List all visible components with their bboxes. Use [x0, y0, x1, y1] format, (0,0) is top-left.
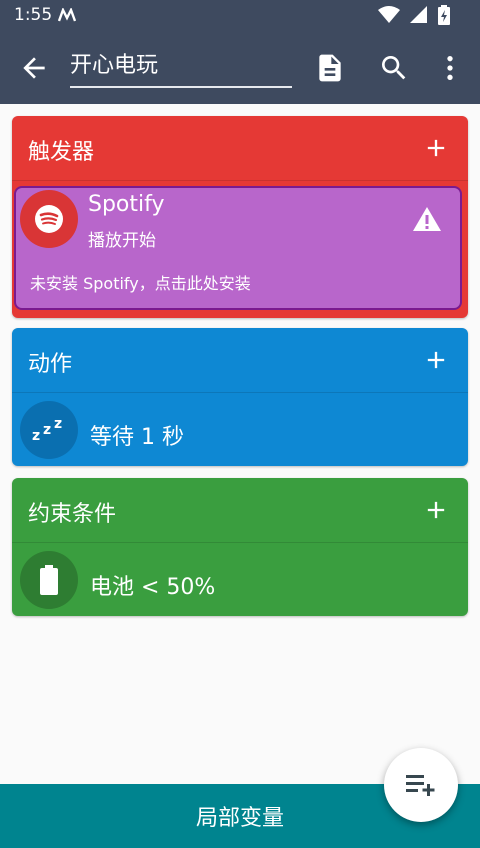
trigger-item-title: Spotify — [88, 192, 165, 217]
actions-header: 动作 — [12, 328, 468, 392]
spotify-icon — [20, 190, 78, 248]
add-action-icon[interactable] — [422, 346, 450, 374]
constraints-header: 约束条件 — [12, 478, 468, 542]
add-macro-fab[interactable] — [384, 748, 458, 822]
local-variables-label[interactable]: 局部变量 — [196, 800, 284, 832]
trigger-item-subtitle: 播放开始 — [88, 231, 156, 251]
battery-icon — [20, 551, 78, 609]
triggers-divider — [12, 180, 468, 181]
triggers-card: 触发器 Spotify 播放开始 未安装 Spotify，点击此处安装 — [12, 116, 468, 318]
app-notification-icon — [58, 8, 76, 22]
svg-text:z: z — [54, 417, 62, 432]
trigger-warning-text[interactable]: 未安装 Spotify，点击此处安装 — [30, 270, 251, 294]
action-item-wait[interactable]: z z z 等待 1 秒 — [12, 393, 468, 466]
add-constraint-icon[interactable] — [422, 496, 450, 524]
triggers-title: 触发器 — [28, 140, 95, 165]
status-time: 1:55 — [14, 5, 53, 25]
document-icon[interactable] — [314, 52, 346, 84]
back-arrow-icon[interactable] — [18, 52, 50, 84]
svg-text:z: z — [43, 422, 51, 438]
warning-icon — [413, 207, 441, 231]
status-bar: 1:55 — [0, 0, 480, 32]
add-trigger-icon[interactable] — [422, 134, 450, 162]
battery-status-icon — [438, 5, 450, 25]
svg-text:z: z — [32, 428, 40, 443]
trigger-item-spotify[interactable]: Spotify 播放开始 未安装 Spotify，点击此处安装 — [14, 186, 462, 310]
macro-name-field[interactable]: 开心电玩 — [70, 50, 292, 88]
app-bar: 开心电玩 — [0, 32, 480, 104]
constraint-item-battery[interactable]: 电池 < 50% — [12, 543, 468, 616]
signal-icon — [410, 6, 427, 23]
more-vert-icon[interactable] — [434, 52, 466, 84]
action-item-title: 等待 1 秒 — [90, 425, 184, 450]
search-icon[interactable] — [378, 52, 410, 84]
actions-card: 动作 z z z 等待 1 秒 — [12, 328, 468, 466]
constraint-item-title: 电池 < 50% — [90, 575, 216, 600]
triggers-header: 触发器 — [12, 116, 468, 180]
playlist-add-icon — [406, 775, 435, 796]
macro-name-text[interactable]: 开心电玩 — [70, 53, 158, 78]
constraints-title: 约束条件 — [28, 502, 117, 527]
sleep-icon: z z z — [20, 401, 78, 459]
actions-title: 动作 — [28, 352, 73, 377]
wifi-icon — [378, 6, 400, 23]
constraints-card: 约束条件 电池 < 50% — [12, 478, 468, 616]
